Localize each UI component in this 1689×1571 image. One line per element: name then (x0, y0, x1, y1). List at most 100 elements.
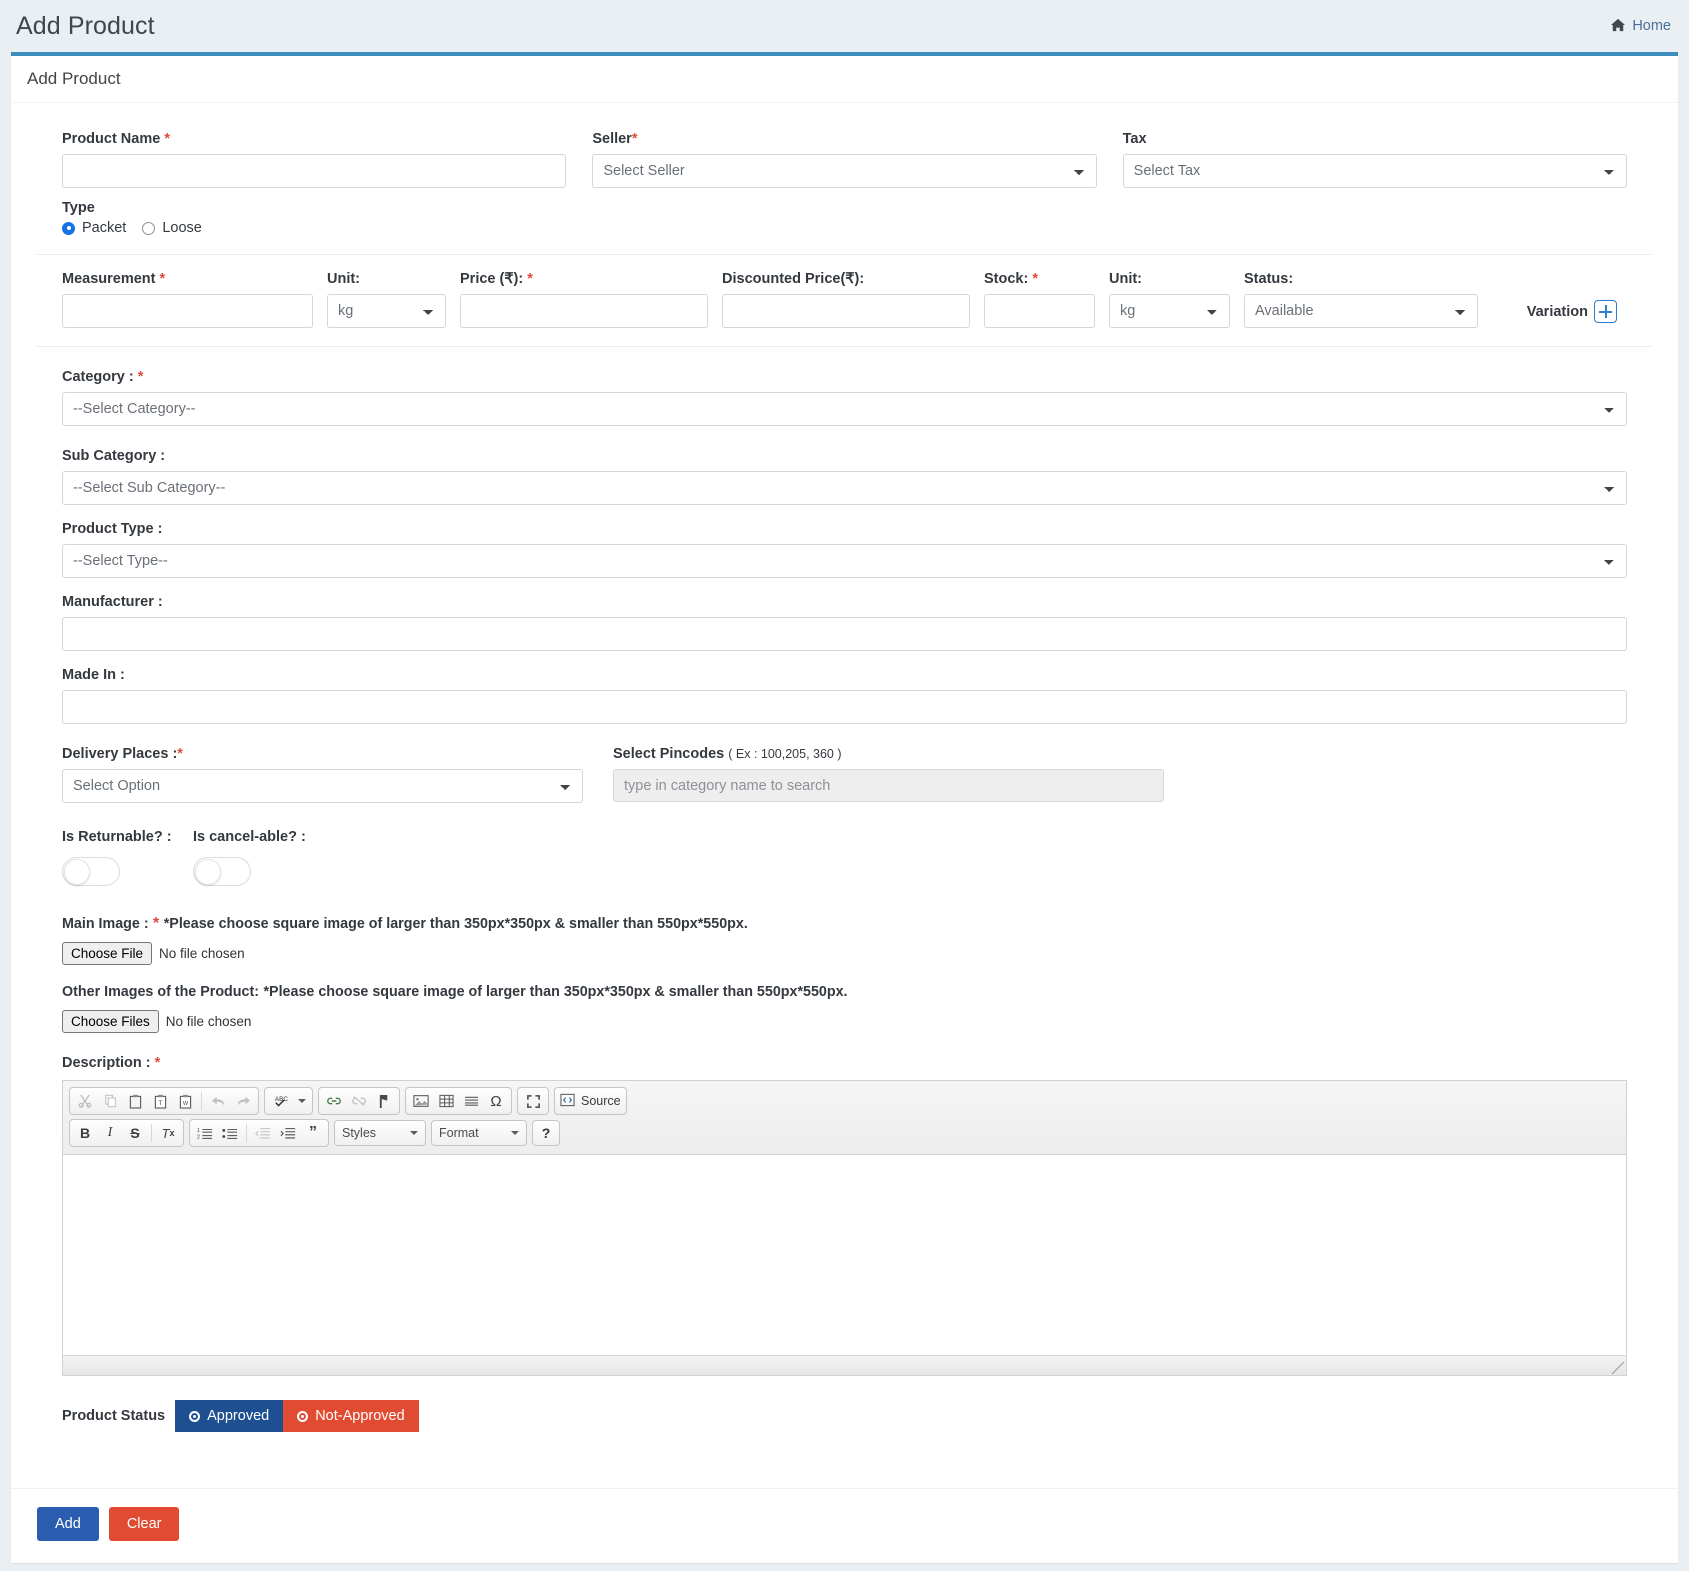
seller-select[interactable]: Select Seller (592, 154, 1097, 188)
format-dropdown[interactable]: Format (431, 1120, 527, 1146)
delivery-places-select[interactable]: Select Option (62, 769, 583, 803)
field-measurement: Measurement * (62, 271, 327, 328)
other-images-choose-files-button[interactable]: Choose Files (62, 1010, 159, 1033)
approved-label: Approved (207, 1408, 270, 1424)
discounted-price-input[interactable] (722, 294, 970, 328)
field-main-image: Main Image : * *Please choose square ima… (36, 915, 1653, 965)
field-product-name: Product Name * (49, 131, 579, 188)
bulleted-list-icon[interactable] (218, 1122, 242, 1144)
italic-icon[interactable]: I (98, 1122, 122, 1144)
insert-group: Ω (405, 1087, 512, 1115)
unit2-label: Unit: (1109, 271, 1143, 287)
field-unit-measurement: Unit: kg (327, 271, 460, 328)
field-type: Type Packet Loose (36, 188, 1653, 236)
strikethrough-icon[interactable]: S (123, 1122, 147, 1144)
product-name-input[interactable] (62, 154, 567, 188)
field-is-returnable: Is Returnable? : (62, 829, 193, 891)
anchor-icon[interactable] (372, 1090, 396, 1112)
about-help-button[interactable]: ? (532, 1120, 560, 1146)
field-description: Description : * T W ABC Ω Source B I S T… (36, 1055, 1653, 1376)
maximize-icon[interactable] (521, 1090, 545, 1112)
image-icon[interactable] (409, 1090, 433, 1112)
pincodes-search-input[interactable] (613, 769, 1164, 802)
pincodes-label-text: Select Pincodes (613, 746, 725, 762)
radio-packet-indicator[interactable] (62, 221, 75, 235)
is-returnable-toggle-knob (64, 859, 90, 885)
product-status-not-approved-option[interactable]: Not-Approved (283, 1400, 419, 1432)
not-approved-radio-indicator[interactable] (297, 1410, 309, 1422)
paste-icon[interactable] (123, 1090, 147, 1112)
bold-icon[interactable]: B (73, 1122, 97, 1144)
field-manufacturer: Manufacturer : (36, 594, 1653, 651)
unit1-label: Unit: (327, 271, 361, 287)
styles-dropdown[interactable]: Styles (334, 1120, 426, 1146)
plus-square-icon[interactable] (1594, 300, 1617, 323)
cut-icon[interactable] (73, 1090, 97, 1112)
approved-radio-indicator[interactable] (189, 1410, 201, 1422)
type-radio-packet[interactable]: Packet (62, 220, 126, 236)
stock-label-text: Stock: (984, 271, 1029, 287)
type-radio-loose[interactable]: Loose (142, 220, 202, 236)
unit1-select[interactable]: kg (327, 294, 446, 328)
measurement-input[interactable] (62, 294, 313, 328)
delivery-places-label: Delivery Places :* (62, 746, 583, 762)
is-returnable-toggle[interactable] (62, 857, 120, 886)
paragraph-group: 12 ” (189, 1119, 329, 1147)
increase-indent-icon[interactable] (276, 1122, 300, 1144)
description-editable-area[interactable] (63, 1155, 1626, 1355)
not-approved-label: Not-Approved (315, 1408, 405, 1424)
spell-check-dropdown-caret[interactable] (298, 1099, 306, 1103)
manufacturer-input[interactable] (62, 617, 1627, 651)
horizontal-rule-icon[interactable] (459, 1090, 483, 1112)
sub-category-select[interactable]: --Select Sub Category-- (62, 471, 1627, 505)
remove-format-icon[interactable]: Tx (156, 1122, 180, 1144)
is-cancelable-toggle[interactable] (193, 857, 251, 886)
stock-input[interactable] (984, 294, 1095, 328)
breadcrumb-home-link[interactable]: Home (1632, 18, 1671, 34)
category-select[interactable]: --Select Category-- (62, 392, 1627, 426)
add-button[interactable]: Add (37, 1507, 99, 1541)
product-name-required: * (164, 131, 170, 147)
clear-button[interactable]: Clear (108, 1507, 180, 1541)
field-unit-stock: Unit: kg (1109, 271, 1244, 328)
divider-2 (36, 346, 1653, 347)
add-variation-button[interactable]: Variation (1527, 300, 1627, 323)
editor-toolbar: T W ABC Ω Source B I S T x 1 2 ” Styles … (63, 1081, 1626, 1155)
sub-category-label: Sub Category : (62, 448, 166, 464)
main-image-choose-file-button[interactable]: Choose File (62, 942, 153, 965)
main-image-required: * (153, 915, 160, 932)
table-icon[interactable] (434, 1090, 458, 1112)
spell-check-group: ABC (264, 1087, 313, 1115)
seller-required: * (631, 131, 638, 147)
styles-dropdown-label: Styles (342, 1126, 377, 1140)
copy-icon[interactable] (98, 1090, 122, 1112)
radio-loose-indicator[interactable] (142, 221, 156, 235)
made-in-input[interactable] (62, 690, 1627, 724)
editor-toolbar-row-2: B I S Tx 12 ” Styles Format ? (67, 1117, 1622, 1149)
product-type-label: Product Type : (62, 521, 163, 537)
svg-text:W: W (182, 1101, 188, 1107)
product-status-approved-option[interactable]: Approved (175, 1400, 284, 1432)
redo-icon[interactable] (231, 1090, 255, 1112)
unit2-select[interactable]: kg (1109, 294, 1230, 328)
pincodes-note: ( Ex : 100,205, 360 ) (728, 747, 842, 761)
unlink-icon[interactable] (347, 1090, 371, 1112)
blockquote-icon[interactable]: ” (301, 1122, 325, 1144)
description-label: Description : * (62, 1055, 1627, 1071)
other-images-hint: *Please choose square image of larger th… (263, 984, 848, 1000)
undo-icon[interactable] (206, 1090, 230, 1112)
toolbar-separator-2 (151, 1124, 152, 1142)
link-icon[interactable] (322, 1090, 346, 1112)
paste-from-word-icon[interactable]: W (173, 1090, 197, 1112)
product-type-select[interactable]: --Select Type-- (62, 544, 1627, 578)
source-button[interactable]: Source (558, 1090, 623, 1112)
decrease-indent-icon[interactable] (251, 1122, 275, 1144)
paste-as-plain-text-icon[interactable]: T (148, 1090, 172, 1112)
tax-select[interactable]: Select Tax (1122, 154, 1627, 188)
resize-handle-icon[interactable] (1612, 1362, 1624, 1374)
spell-check-icon[interactable]: ABC (268, 1090, 299, 1112)
price-input[interactable] (460, 294, 708, 328)
status-select[interactable]: Available (1244, 294, 1478, 328)
field-status: Status: Available (1244, 271, 1492, 328)
numbered-list-icon[interactable]: 12 (193, 1122, 217, 1144)
